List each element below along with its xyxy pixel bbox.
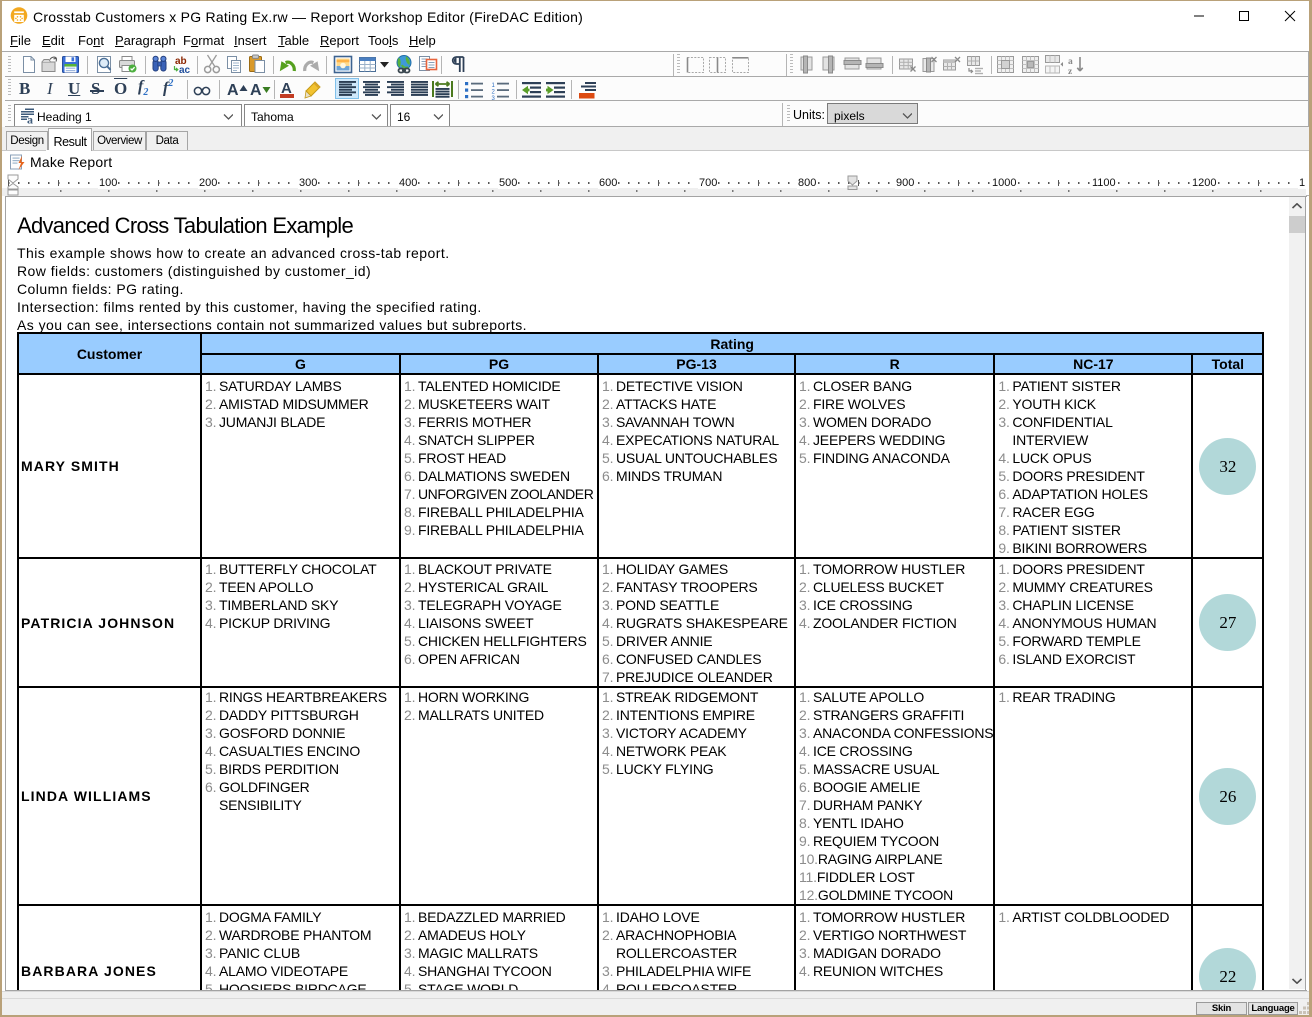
svg-text:a: a	[1068, 57, 1073, 67]
svg-text:1: 1	[492, 83, 496, 89]
svg-text:ac: ac	[179, 65, 191, 75]
svg-text:3: 3	[492, 96, 496, 100]
svg-text:z: z	[1068, 67, 1073, 75]
svg-text:2: 2	[492, 90, 496, 96]
svg-text:a: a	[27, 113, 33, 126]
